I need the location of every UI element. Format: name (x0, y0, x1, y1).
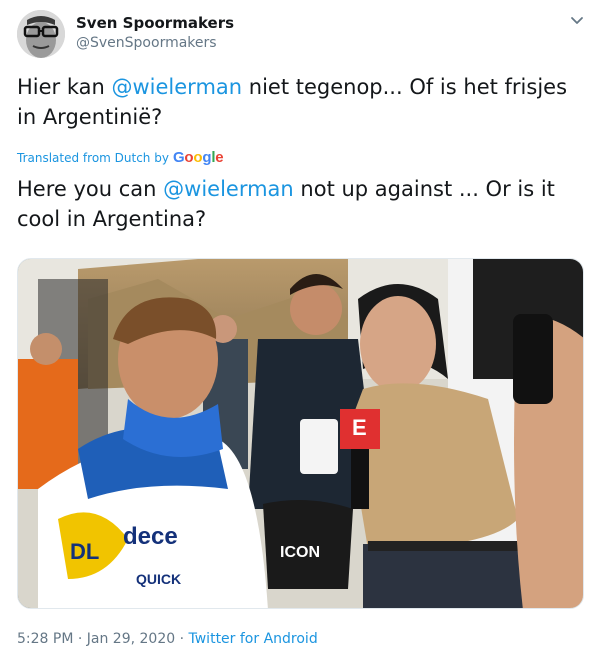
tweet-card: Sven Spoormakers @SvenSpoormakers Hier k… (0, 0, 597, 652)
source-link[interactable]: Twitter for Android (189, 631, 318, 647)
translation-attribution: Translated from Dutch by Google (17, 150, 224, 166)
avatar[interactable] (17, 10, 65, 58)
jersey-text-dece: dece (123, 523, 178, 550)
mention-link[interactable]: @wielerman (112, 75, 243, 99)
chevron-down-icon[interactable] (569, 12, 585, 28)
translated-mention-link[interactable]: @wielerman (163, 177, 294, 201)
translated-text: Here you can @wielerman not up against .… (17, 174, 582, 234)
google-logo[interactable]: Google (173, 150, 224, 166)
tweet-photo[interactable]: ICON DL dece QUICK E (17, 258, 584, 609)
mic-flag-text: E (352, 415, 367, 440)
tweet-text: Hier kan @wielerman niet tegenop... Of i… (17, 72, 582, 132)
translated-text-start: Here you can (17, 177, 164, 201)
avatar-image (17, 10, 65, 58)
jersey-text-quick: QUICK (136, 571, 181, 587)
author-handle[interactable]: @SvenSpoormakers (76, 34, 217, 52)
jersey-text-dl: DL (70, 539, 99, 564)
translation-label: Translated from Dutch by (17, 151, 169, 165)
tweet-meta: 5:28 PM · Jan 29, 2020 · Twitter for And… (17, 630, 318, 648)
pack-text: ICON (280, 544, 320, 561)
tweet-text-start: Hier kan (17, 75, 112, 99)
meta-separator: · (175, 631, 189, 647)
photo-image: ICON DL dece QUICK E (18, 259, 583, 608)
author-name[interactable]: Sven Spoormakers (76, 13, 234, 33)
timestamp[interactable]: 5:28 PM · Jan 29, 2020 (17, 631, 175, 647)
